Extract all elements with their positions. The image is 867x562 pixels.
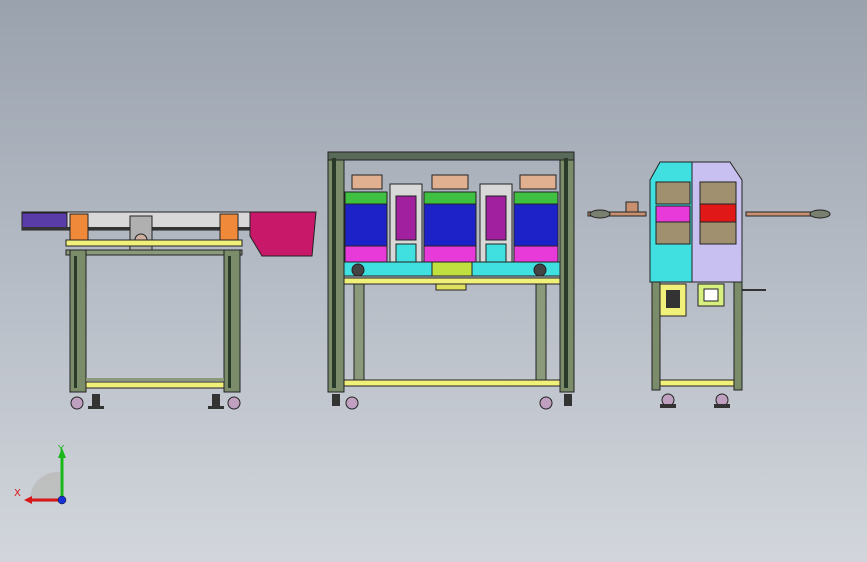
triad-y-label: Y xyxy=(57,444,65,455)
assembly-drawing[interactable]: Y X xyxy=(0,0,867,562)
press-module-2[interactable] xyxy=(423,174,477,263)
coordinate-triad[interactable]: Y X xyxy=(14,444,67,505)
press-module-1[interactable] xyxy=(344,174,388,263)
press-module-3[interactable] xyxy=(513,174,559,263)
conveyor-station[interactable] xyxy=(21,211,317,410)
triple-press-station[interactable] xyxy=(327,151,575,410)
side-view-station[interactable] xyxy=(587,161,831,408)
triad-x-label: X xyxy=(14,488,21,499)
cad-viewport[interactable]: Y X xyxy=(0,0,867,562)
